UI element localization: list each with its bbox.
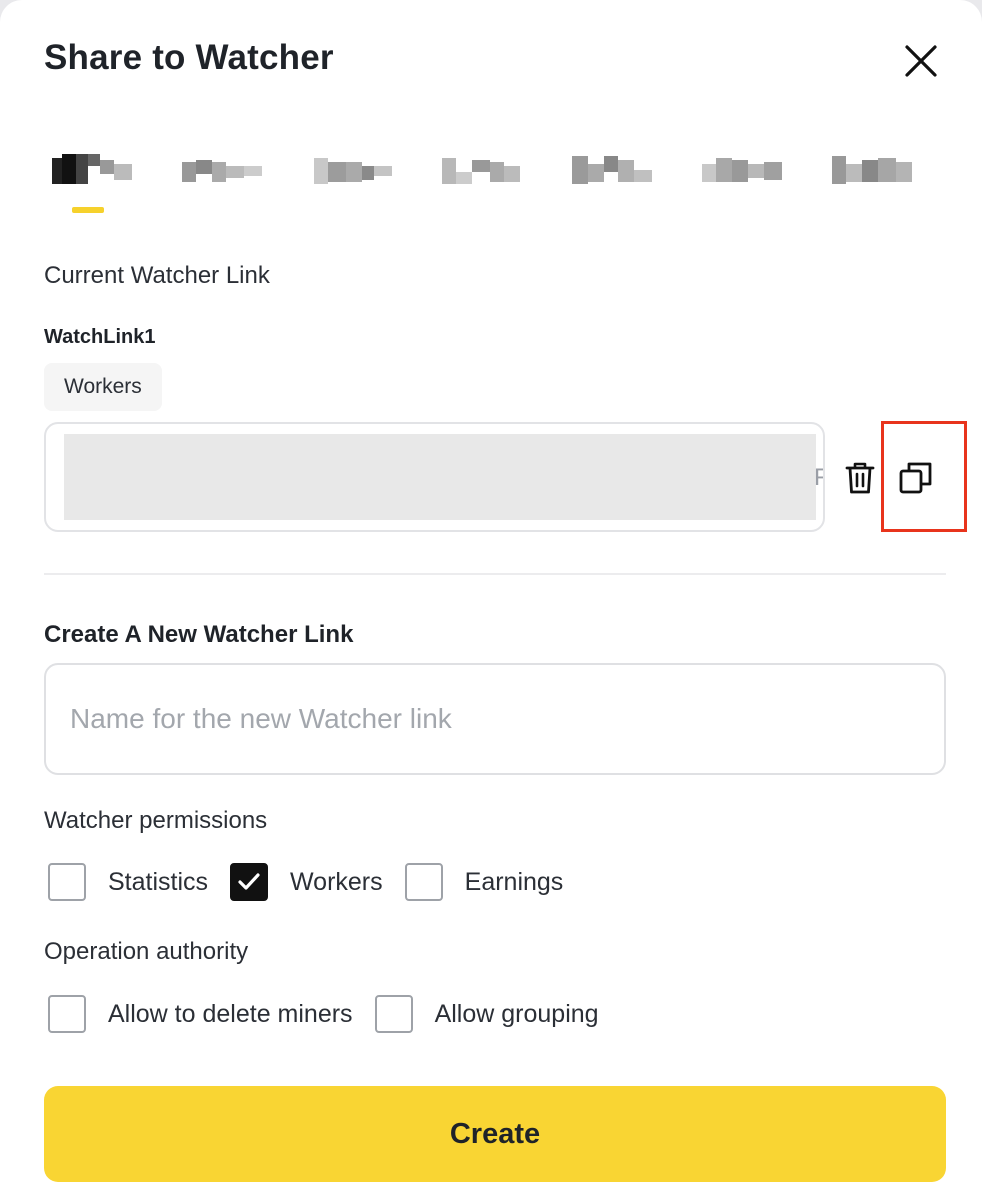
coin-tab-2[interactable] xyxy=(182,150,266,190)
url-tail-text: F xyxy=(814,464,823,492)
delete-miners-checkbox[interactable] xyxy=(48,995,86,1033)
watch-link-name: WatchLink1 xyxy=(44,326,156,348)
watcher-link-url-field[interactable]: F xyxy=(44,422,825,532)
close-button[interactable] xyxy=(898,38,944,84)
statistics-label: Statistics xyxy=(108,867,209,896)
coin-tab-3[interactable] xyxy=(314,150,398,190)
active-tab-indicator xyxy=(72,207,104,213)
redacted-url xyxy=(64,434,816,520)
create-button[interactable]: Create xyxy=(44,1086,946,1182)
permission-chip: Workers xyxy=(44,363,162,411)
watcher-permissions-label: Watcher permissions xyxy=(44,807,268,834)
permission-workers[interactable]: Workers xyxy=(230,863,383,901)
new-link-name-input[interactable] xyxy=(44,663,946,775)
earnings-checkbox[interactable] xyxy=(404,863,443,901)
section-divider xyxy=(44,573,946,575)
permission-earnings[interactable]: Earnings xyxy=(404,863,564,901)
coin-tab-6[interactable] xyxy=(702,150,786,190)
grouping-label: Allow grouping xyxy=(434,999,599,1028)
permissions-checkbox-group: Statistics Workers Earnings xyxy=(48,862,585,902)
coin-tab-1[interactable] xyxy=(52,150,136,190)
checkmark-icon xyxy=(238,873,260,890)
delete-miners-label: Allow to delete miners xyxy=(108,999,353,1028)
authority-delete-miners[interactable]: Allow to delete miners xyxy=(48,995,353,1033)
workers-checkbox[interactable] xyxy=(230,863,269,901)
share-to-watcher-dialog: Share to Watcher Current Watcher Link Wa… xyxy=(0,0,982,1200)
create-link-title: Create A New Watcher Link xyxy=(44,621,354,648)
dialog-title: Share to Watcher xyxy=(44,38,334,77)
earnings-label: Earnings xyxy=(464,867,564,896)
trash-icon[interactable] xyxy=(844,461,876,495)
close-icon[interactable] xyxy=(903,43,939,79)
authority-checkbox-group: Allow to delete miners Allow grouping xyxy=(48,994,621,1034)
workers-label: Workers xyxy=(290,867,383,896)
coin-tab-7[interactable] xyxy=(832,150,916,190)
permission-statistics[interactable]: Statistics xyxy=(48,863,208,901)
copy-highlight-annotation xyxy=(881,421,967,532)
coin-tab-5[interactable] xyxy=(572,150,656,190)
coin-tab-4[interactable] xyxy=(442,150,526,190)
coin-tabs xyxy=(44,150,964,220)
statistics-checkbox[interactable] xyxy=(48,863,86,901)
grouping-checkbox[interactable] xyxy=(374,995,413,1033)
delete-link-button[interactable] xyxy=(838,456,882,500)
operation-authority-label: Operation authority xyxy=(44,938,249,965)
current-link-label: Current Watcher Link xyxy=(44,262,270,289)
authority-grouping[interactable]: Allow grouping xyxy=(374,995,599,1033)
